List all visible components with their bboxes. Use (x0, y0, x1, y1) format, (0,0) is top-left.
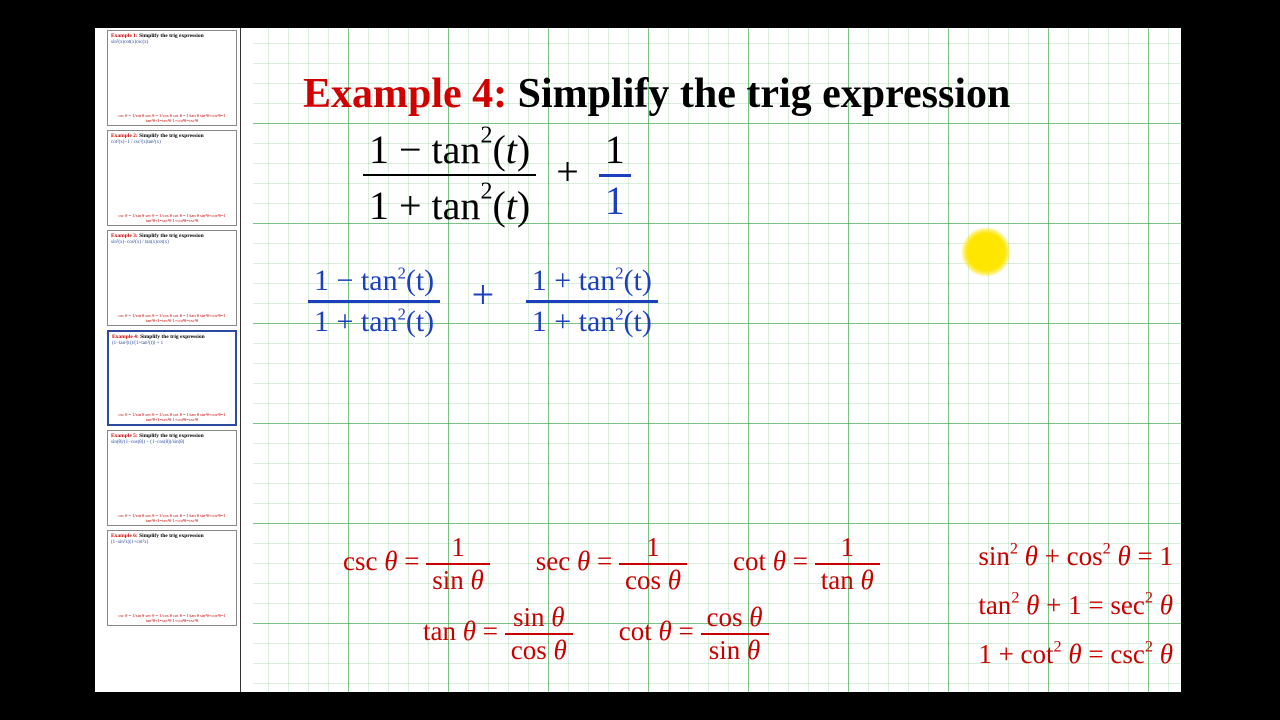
title-text: Simplify the trig expression (518, 71, 1011, 117)
frac1-num: 1 − tan2(t) (369, 127, 530, 172)
id-cot: cot θ = 1tan θ (733, 534, 880, 594)
plus-sign: + (546, 149, 589, 194)
hw-fraction-2: 1 + tan2(t) 1 + tan2(t) (526, 263, 658, 339)
id-cot2: cot θ = cos θsin θ (619, 604, 769, 664)
slide-title: Example 4: Simplify the trig expression (303, 70, 1010, 118)
frac2-num: 1 (599, 128, 631, 174)
slide-thumbnail-4[interactable]: Example 4: Simplify the trig expression(… (107, 330, 237, 426)
fraction-1: 1 − tan2(t) 1 + tan2(t) (363, 123, 536, 228)
slide-thumbnail-3[interactable]: Example 3: Simplify the trig expressions… (107, 230, 237, 326)
id-pyth-1: sin2 θ + cos2 θ = 1 (978, 537, 1173, 576)
slide-thumbnail-2[interactable]: Example 2: Simplify the trig expressionc… (107, 130, 237, 226)
stage: Example 1: Simplify the trig expressions… (0, 0, 1280, 720)
slide-thumbnail-panel: Example 1: Simplify the trig expressions… (105, 28, 241, 692)
frac2-den: 1 (599, 177, 631, 223)
hw-fraction-1: 1 − tan2(t) 1 + tan2(t) (308, 263, 440, 339)
title-label: Example 4: (303, 71, 507, 117)
trig-identities: csc θ = 1sin θ sec θ = 1cos θ cot θ = 1t… (343, 534, 1173, 674)
slide-thumbnail-6[interactable]: Example 6: Simplify the trig expression(… (107, 530, 237, 626)
id-pyth-2: tan2 θ + 1 = sec2 θ (978, 586, 1173, 625)
slide-thumbnail-5[interactable]: Example 5: Simplify the trig expressions… (107, 430, 237, 526)
content-area: Example 1: Simplify the trig expressions… (95, 28, 1181, 692)
id-tan: tan θ = sin θcos θ (423, 604, 573, 664)
id-sec: sec θ = 1cos θ (536, 534, 687, 594)
slide-canvas: Example 4: Simplify the trig expression … (253, 28, 1181, 692)
hw-plus: + (448, 272, 519, 317)
id-csc: csc θ = 1sin θ (343, 534, 490, 594)
fraction-2: 1 1 (599, 128, 631, 223)
printed-expression: 1 − tan2(t) 1 + tan2(t) + 1 1 (363, 123, 631, 228)
handwritten-work: 1 − tan2(t) 1 + tan2(t) + 1 + tan2(t) 1 … (308, 263, 658, 339)
pythagorean-identities: sin2 θ + cos2 θ = 1 tan2 θ + 1 = sec2 θ … (978, 537, 1173, 674)
frac1-den: 1 + tan2(t) (369, 183, 530, 228)
cursor-highlight-icon (962, 228, 1010, 276)
slide-thumbnail-1[interactable]: Example 1: Simplify the trig expressions… (107, 30, 237, 126)
id-pyth-3: 1 + cot2 θ = csc2 θ (978, 635, 1173, 674)
